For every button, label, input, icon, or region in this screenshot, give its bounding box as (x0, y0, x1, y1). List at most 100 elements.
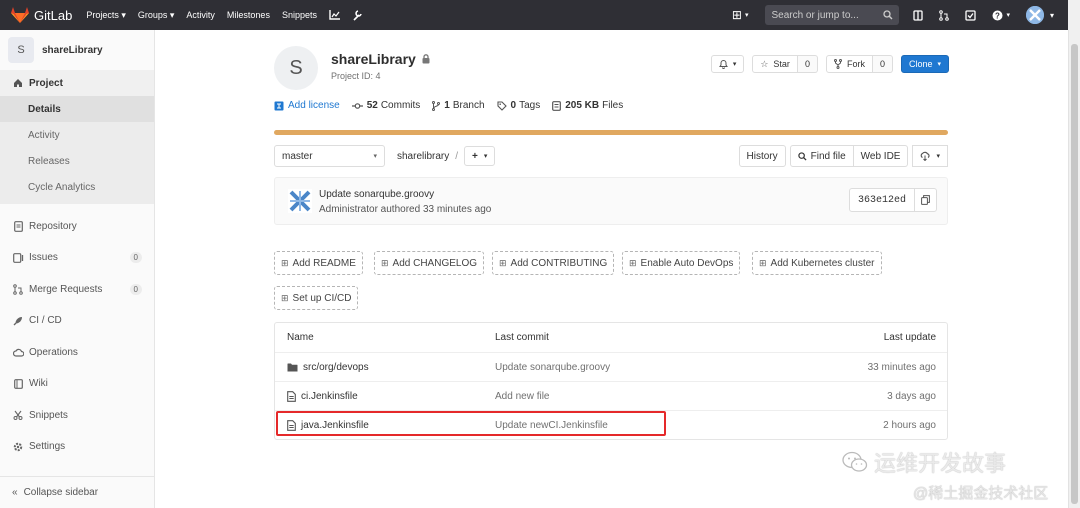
lock-icon (422, 54, 430, 64)
sidebar-item-cicd[interactable]: CI / CD (0, 305, 154, 336)
history-button[interactable]: History (738, 145, 786, 167)
sidebar-item-settings[interactable]: Settings (0, 431, 154, 462)
nav-groups-label: Groups (137, 9, 168, 20)
nav-activity[interactable]: Activity (186, 10, 215, 20)
files-link[interactable]: 205 KB Files (552, 100, 623, 111)
add-license-label: Add license (288, 100, 340, 111)
sidebar-item-snippets[interactable]: Snippets (0, 399, 154, 431)
new-item-plus-icon[interactable]: ⊞ ▾ (732, 9, 749, 21)
copy-icon[interactable] (914, 189, 936, 211)
fork-button[interactable]: Fork (825, 55, 873, 73)
panel-icon[interactable] (913, 9, 924, 21)
star-group: ☆ Star 0 (752, 55, 818, 73)
main-content: S shareLibrary Project ID: 4 ▾ ☆ Star 0 … (155, 30, 1068, 508)
setup-cicd-button[interactable]: ⊞ Set up CI/CD (274, 286, 359, 310)
red-highlight-box (276, 411, 666, 436)
file-name-cell[interactable]: ci.Jenkinsfile (287, 391, 358, 402)
table-header: Name Last commit Last update (275, 323, 947, 352)
commit-title[interactable]: Update sonarqube.groovy (319, 189, 434, 200)
branches-link[interactable]: 1 Branch (432, 100, 485, 111)
branch-select[interactable]: master ▾ (274, 145, 385, 167)
watermark-text: 运维开发故事 (874, 451, 1007, 476)
sidebar-item-merge-requests[interactable]: Merge Requests 0 (0, 273, 154, 305)
add-readme-button[interactable]: ⊞ Add README (274, 251, 363, 275)
add-contributing-button[interactable]: ⊞ Add CONTRIBUTING (492, 251, 615, 275)
wrench-icon[interactable] (352, 9, 362, 21)
todo-check-icon[interactable] (965, 9, 977, 21)
project-title-text: shareLibrary (331, 51, 416, 67)
sidebar-item-activity[interactable]: Activity (0, 122, 154, 148)
header-last-update: Last update (883, 332, 936, 343)
sidebar-item-wiki[interactable]: Wiki (0, 368, 154, 399)
file-last-commit[interactable]: Add new file (495, 391, 549, 402)
enable-auto-devops-button[interactable]: ⊞ Enable Auto DevOps (622, 251, 741, 275)
files-size: 205 KB (565, 100, 600, 111)
gitlab-logo[interactable]: GitLab (11, 7, 72, 23)
help-icon[interactable]: ? ▾ (992, 10, 1010, 21)
gitlab-fox-icon (11, 7, 29, 23)
table-row[interactable]: src/org/devops Update sonarqube.groovy 3… (275, 352, 947, 381)
nav-projects[interactable]: Projects ▾ (86, 10, 126, 21)
plus-square-icon: ⊞ (759, 257, 767, 268)
project-avatar-small: S (8, 37, 34, 63)
language-bar-fill (274, 130, 948, 135)
last-commit-panel: Update sonarqube.groovy Administrator au… (274, 177, 948, 225)
file-last-update: 2 hours ago (883, 419, 936, 431)
download-button[interactable]: ▾ (912, 145, 948, 167)
wechat-icon (842, 451, 868, 473)
sidebar-item-cycle-analytics[interactable]: Cycle Analytics (0, 174, 154, 200)
sidebar-item-repository[interactable]: Repository (0, 210, 154, 242)
nav-snippets[interactable]: Snippets (282, 10, 317, 20)
scale-icon (274, 101, 284, 111)
issues-icon (12, 252, 24, 263)
clone-button[interactable]: Clone ▾ (900, 55, 949, 73)
nav-groups[interactable]: Groups ▾ (138, 10, 175, 21)
add-to-tree-button[interactable]: + ▾ (464, 146, 496, 166)
file-name-cell[interactable]: src/org/devops (287, 362, 369, 373)
breadcrumb-separator: / (455, 150, 459, 162)
clone-label: Clone (908, 59, 933, 69)
fork-count[interactable]: 0 (872, 55, 893, 73)
commit-icon (351, 102, 363, 110)
star-count[interactable]: 0 (797, 55, 818, 73)
commits-link[interactable]: 52 Commits (351, 100, 420, 111)
search-input[interactable]: Search or jump to... (765, 5, 900, 25)
scrollbar-thumb[interactable] (1071, 44, 1078, 504)
add-changelog-button[interactable]: ⊞ Add CHANGELOG (374, 251, 485, 275)
tags-link[interactable]: 0 Tags (496, 100, 540, 111)
table-row[interactable]: ci.Jenkinsfile Add new file 3 days ago (275, 381, 947, 410)
web-ide-button[interactable]: Web IDE (853, 145, 909, 167)
sidebar-item-issues[interactable]: Issues 0 (0, 242, 154, 273)
project-id: Project ID: 4 (331, 71, 381, 81)
sidebar-item-releases[interactable]: Releases (0, 148, 154, 174)
star-icon: ☆ (760, 58, 769, 69)
chart-icon[interactable] (329, 10, 340, 20)
sidebar-item-operations[interactable]: Operations (0, 336, 154, 368)
chevron-down-icon[interactable]: ▾ (1050, 11, 1054, 20)
page-scrollbar[interactable] (1068, 30, 1080, 508)
sidebar-operations-label: Operations (29, 346, 78, 358)
sidebar-project-context[interactable]: S shareLibrary (0, 30, 154, 70)
project-actions: ▾ ☆ Star 0 Fork 0 Clone ▾ (710, 55, 949, 73)
breadcrumb-path[interactable]: sharelibrary (397, 151, 449, 162)
user-avatar[interactable] (1025, 6, 1044, 24)
branch-icon (432, 100, 441, 111)
add-license-link[interactable]: Add license (274, 100, 340, 111)
sidebar-item-project[interactable]: Project (0, 70, 154, 96)
brand-name: GitLab (34, 7, 73, 23)
merge-request-icon[interactable] (939, 9, 950, 21)
file-last-commit[interactable]: Update sonarqube.groovy (495, 362, 610, 373)
notification-button[interactable]: ▾ (710, 55, 745, 73)
star-button[interactable]: ☆ Star (752, 55, 798, 73)
add-kubernetes-button[interactable]: ⊞ Add Kubernetes cluster (752, 251, 882, 275)
commit-author-avatar[interactable] (288, 189, 312, 213)
commit-sha-text[interactable]: 363e12ed (850, 195, 914, 206)
sidebar-item-details[interactable]: Details (0, 96, 154, 122)
nav-milestones[interactable]: Milestones (227, 10, 270, 20)
collapse-sidebar-button[interactable]: « Collapse sidebar (0, 476, 154, 508)
header-last-commit: Last commit (495, 332, 549, 343)
chevron-down-icon: ▾ (732, 61, 737, 68)
watermark-source: @稀土掘金技术社区 (913, 485, 1049, 502)
merge-icon (12, 283, 24, 295)
find-file-button[interactable]: Find file (789, 145, 854, 167)
